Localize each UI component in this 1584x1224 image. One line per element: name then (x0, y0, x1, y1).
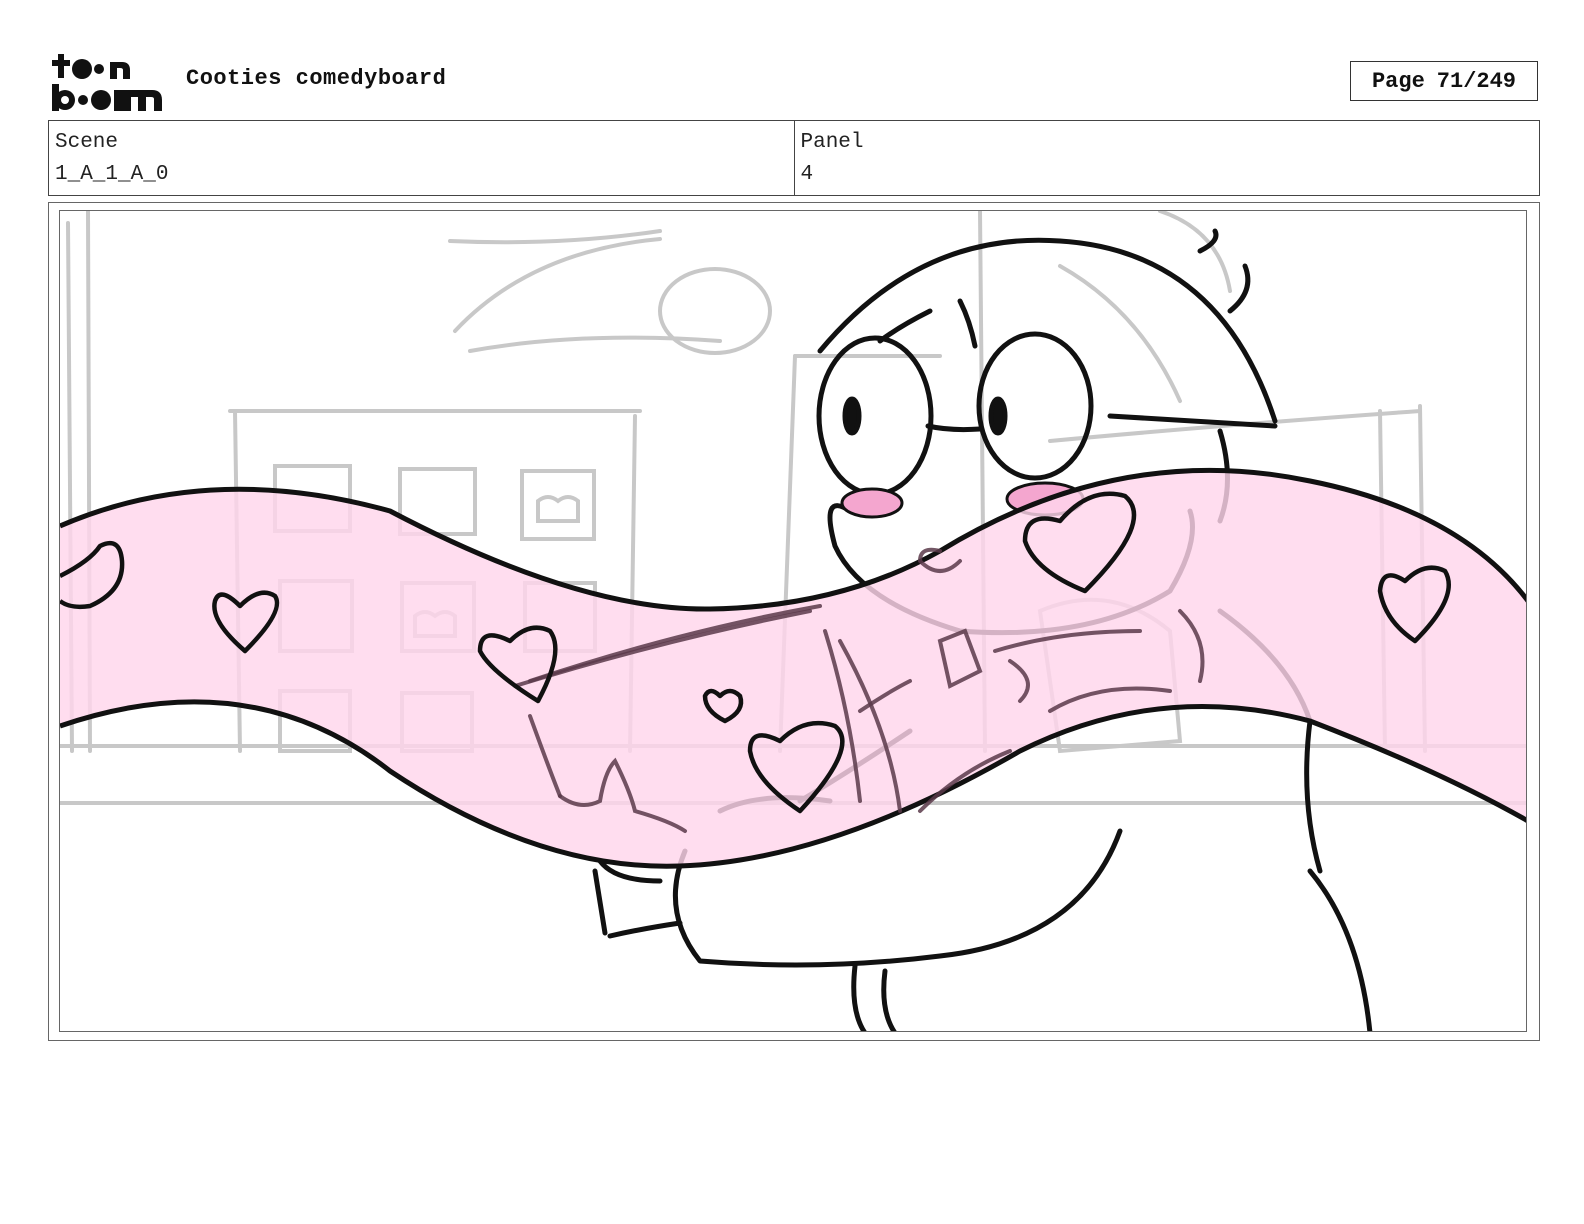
scene-cell: Scene 1_A_1_A_0 (49, 121, 794, 195)
page-number: 71/249 (1436, 68, 1517, 94)
scene-label: Scene (55, 131, 119, 154)
storyboard-panel-image (59, 210, 1527, 1032)
panel-value: 4 (800, 163, 814, 186)
panel-label: Panel (800, 131, 864, 154)
page-label: Page (1371, 68, 1425, 94)
toon-boom-logo (52, 52, 164, 112)
panel-cell: Panel 4 (793, 121, 1540, 195)
page-indicator: Page 71/249 (1350, 61, 1538, 101)
document-title: Cooties comedyboard (186, 66, 447, 91)
scene-value: 1_A_1_A_0 (55, 163, 169, 186)
storyboard-panel-frame (48, 202, 1540, 1041)
storyboard-sketch (60, 211, 1526, 1031)
scene-panel-info: Scene 1_A_1_A_0 Panel 4 (48, 120, 1540, 196)
